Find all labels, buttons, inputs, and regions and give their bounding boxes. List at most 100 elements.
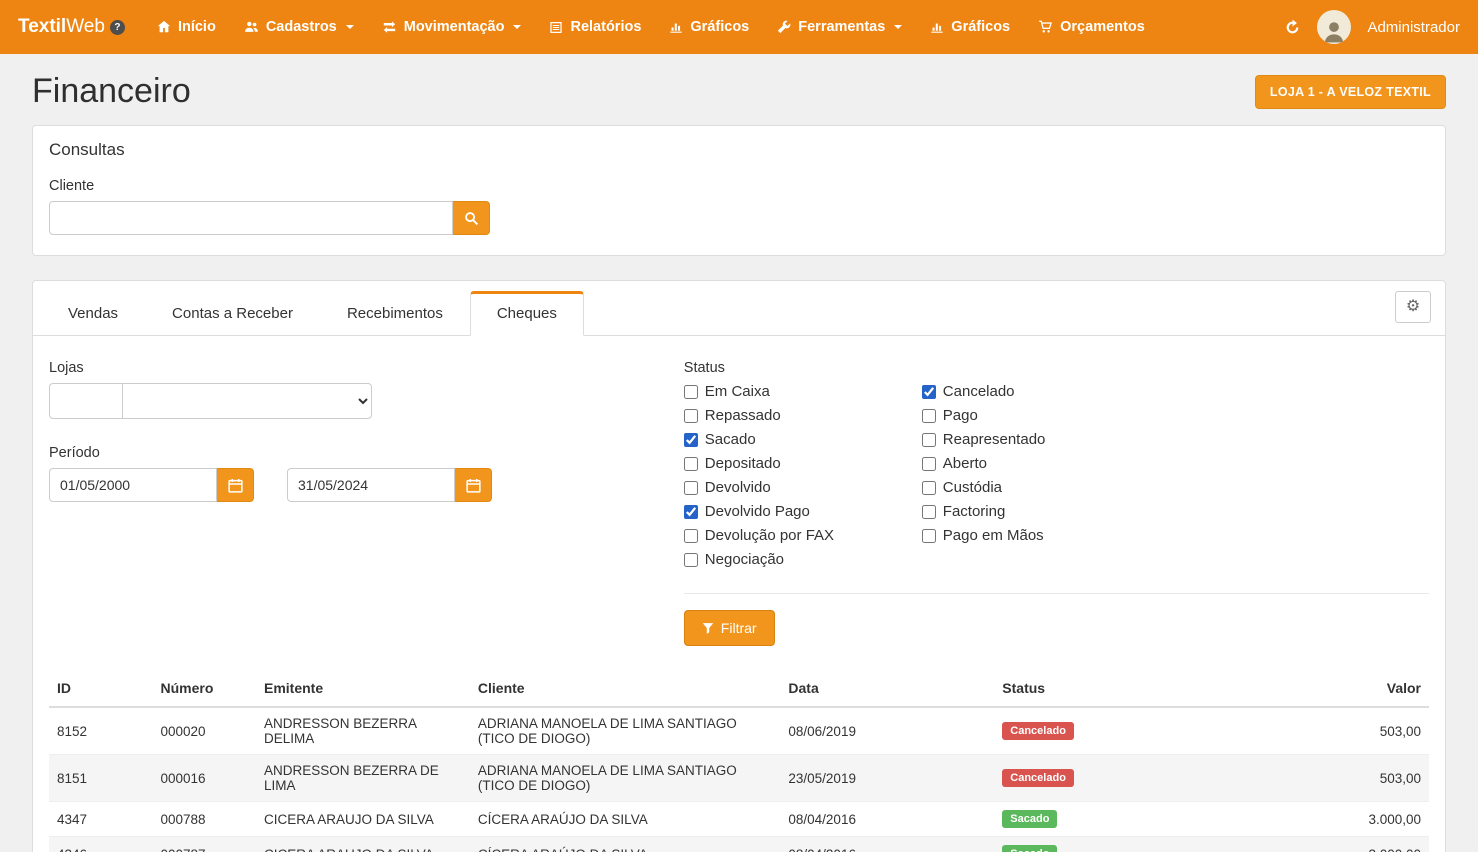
status-badge: Sacado — [1002, 845, 1057, 852]
loja-select[interactable] — [122, 383, 372, 419]
store-button[interactable]: LOJA 1 - A VELOZ TEXTIL — [1255, 75, 1446, 109]
calendar-icon — [466, 478, 481, 493]
table-header-cell[interactable]: ID — [49, 670, 153, 707]
status-checkbox[interactable] — [684, 457, 698, 471]
status-checkbox-row[interactable]: Depositado — [684, 455, 922, 472]
status-checkbox[interactable] — [684, 433, 698, 447]
status-checkbox-row[interactable]: Devolvido Pago — [684, 503, 922, 520]
tab[interactable]: Contas a Receber — [145, 291, 320, 336]
nav-label: Cadastros — [266, 19, 337, 35]
date-from-input[interactable] — [49, 468, 217, 502]
tab[interactable]: Cheques — [470, 291, 584, 336]
status-checkbox[interactable] — [922, 481, 936, 495]
cell-numero: 000020 — [153, 707, 257, 755]
date-from-calendar-button[interactable] — [217, 468, 254, 502]
date-to-calendar-button[interactable] — [455, 468, 492, 502]
nav-item-movimentacao[interactable]: Movimentação — [368, 0, 536, 54]
bar-chart-icon — [669, 21, 683, 34]
status-checkbox[interactable] — [922, 505, 936, 519]
status-checkbox-row[interactable]: Devolução por FAX — [684, 527, 922, 544]
periodo-label: Período — [49, 445, 684, 461]
date-to-input[interactable] — [287, 468, 455, 502]
status-checkbox-label: Sacado — [705, 431, 756, 448]
table-header-row: IDNúmeroEmitenteClienteDataStatusValor — [49, 670, 1429, 707]
tab[interactable]: Recebimentos — [320, 291, 470, 336]
status-checkbox[interactable] — [684, 385, 698, 399]
status-checkbox-row[interactable]: Repassado — [684, 407, 922, 424]
status-checkbox[interactable] — [684, 505, 698, 519]
cell-cliente: ADRIANA MANOELA DE LIMA SANTIAGO (TICO D… — [470, 707, 781, 755]
status-badge: Cancelado — [1002, 769, 1074, 787]
brand-logo[interactable]: TextilWeb ? — [18, 16, 125, 38]
status-checkbox[interactable] — [684, 529, 698, 543]
table-header-cell[interactable]: Número — [153, 670, 257, 707]
status-checkbox[interactable] — [922, 457, 936, 471]
table-row[interactable]: 8151 000016 ANDRESSON BEZERRA DE LIMA AD… — [49, 755, 1429, 802]
avatar[interactable] — [1317, 10, 1351, 44]
cart-icon — [1038, 20, 1053, 34]
table-row[interactable]: 8152 000020 ANDRESSON BEZERRA DELIMA ADR… — [49, 707, 1429, 755]
cell-data: 08/04/2016 — [780, 837, 994, 852]
table-row[interactable]: 4346 000787 CICERA ARAUJO DA SILVA CÍCER… — [49, 837, 1429, 852]
status-checkbox-row[interactable]: Negociação — [684, 551, 922, 568]
status-checkbox[interactable] — [922, 409, 936, 423]
status-checkbox-row[interactable]: Sacado — [684, 431, 922, 448]
status-checkbox[interactable] — [922, 433, 936, 447]
user-name[interactable]: Administrador — [1367, 19, 1460, 36]
help-icon[interactable]: ? — [110, 20, 125, 35]
nav-label: Movimentação — [404, 19, 505, 35]
nav-item-graficos-1[interactable]: Gráficos — [655, 0, 763, 54]
nav-item-orcamentos[interactable]: Orçamentos — [1024, 0, 1159, 54]
cell-numero: 000787 — [153, 837, 257, 852]
nav-item-graficos-2[interactable]: Gráficos — [916, 0, 1024, 54]
table-header-cell[interactable]: Cliente — [470, 670, 781, 707]
status-checkbox-row[interactable]: Factoring — [922, 503, 1160, 520]
bar-chart-icon — [930, 21, 944, 34]
status-checkbox-row[interactable]: Pago — [922, 407, 1160, 424]
cliente-search-button[interactable] — [453, 201, 490, 235]
table-header-cell[interactable]: Status — [994, 670, 1270, 707]
loja-code-input[interactable] — [49, 383, 123, 419]
tab[interactable]: Vendas — [41, 291, 145, 336]
tabs-list: Vendas Contas a Receber Recebimentos Che… — [41, 291, 584, 335]
table-header-cell[interactable]: Valor — [1270, 670, 1429, 707]
cell-id: 8151 — [49, 755, 153, 802]
status-checkbox[interactable] — [922, 529, 936, 543]
status-checkbox[interactable] — [684, 409, 698, 423]
tabs-card: Vendas Contas a Receber Recebimentos Che… — [32, 280, 1446, 852]
status-checkbox-row[interactable]: Pago em Mãos — [922, 527, 1160, 544]
status-checkbox-row[interactable]: Em Caixa — [684, 383, 922, 400]
refresh-icon[interactable] — [1284, 19, 1301, 36]
cell-cliente: CÍCERA ARAÚJO DA SILVA — [470, 837, 781, 852]
brand-bold: Textil — [18, 16, 66, 38]
status-checkbox[interactable] — [922, 385, 936, 399]
status-checkbox[interactable] — [684, 553, 698, 567]
nav-item-inicio[interactable]: Início — [143, 0, 230, 54]
status-checkbox-row[interactable]: Custódia — [922, 479, 1160, 496]
table-row[interactable]: 4347 000788 CICERA ARAUJO DA SILVA CÍCER… — [49, 802, 1429, 837]
cliente-search-input[interactable] — [49, 201, 453, 235]
filtrar-button[interactable]: Filtrar — [684, 610, 775, 646]
cell-status: Sacado — [994, 837, 1270, 852]
status-checkbox-row[interactable]: Reapresentado — [922, 431, 1160, 448]
status-checkbox-label: Custódia — [943, 479, 1002, 496]
status-badge: Sacado — [1002, 810, 1057, 828]
cell-numero: 000016 — [153, 755, 257, 802]
status-checkbox-row[interactable]: Devolvido — [684, 479, 922, 496]
status-checkbox[interactable] — [684, 481, 698, 495]
status-checkbox-label: Devolvido Pago — [705, 503, 810, 520]
nav-item-cadastros[interactable]: Cadastros — [230, 0, 368, 54]
nav-item-relatorios[interactable]: Relatórios — [535, 0, 655, 54]
status-checkbox-row[interactable]: Aberto — [922, 455, 1160, 472]
cell-id: 8152 — [49, 707, 153, 755]
status-checkbox-row[interactable]: Cancelado — [922, 383, 1160, 400]
nav-item-ferramentas[interactable]: Ferramentas — [763, 0, 916, 54]
table-header-cell[interactable]: Data — [780, 670, 994, 707]
cell-cliente: ADRIANA MANOELA DE LIMA SANTIAGO (TICO D… — [470, 755, 781, 802]
settings-gear-button[interactable]: ⚙ — [1395, 291, 1431, 323]
cell-cliente: CÍCERA ARAÚJO DA SILVA — [470, 802, 781, 837]
status-checkbox-label: Pago — [943, 407, 978, 424]
cell-status: Cancelado — [994, 755, 1270, 802]
nav-label: Gráficos — [690, 19, 749, 35]
table-header-cell[interactable]: Emitente — [256, 670, 470, 707]
